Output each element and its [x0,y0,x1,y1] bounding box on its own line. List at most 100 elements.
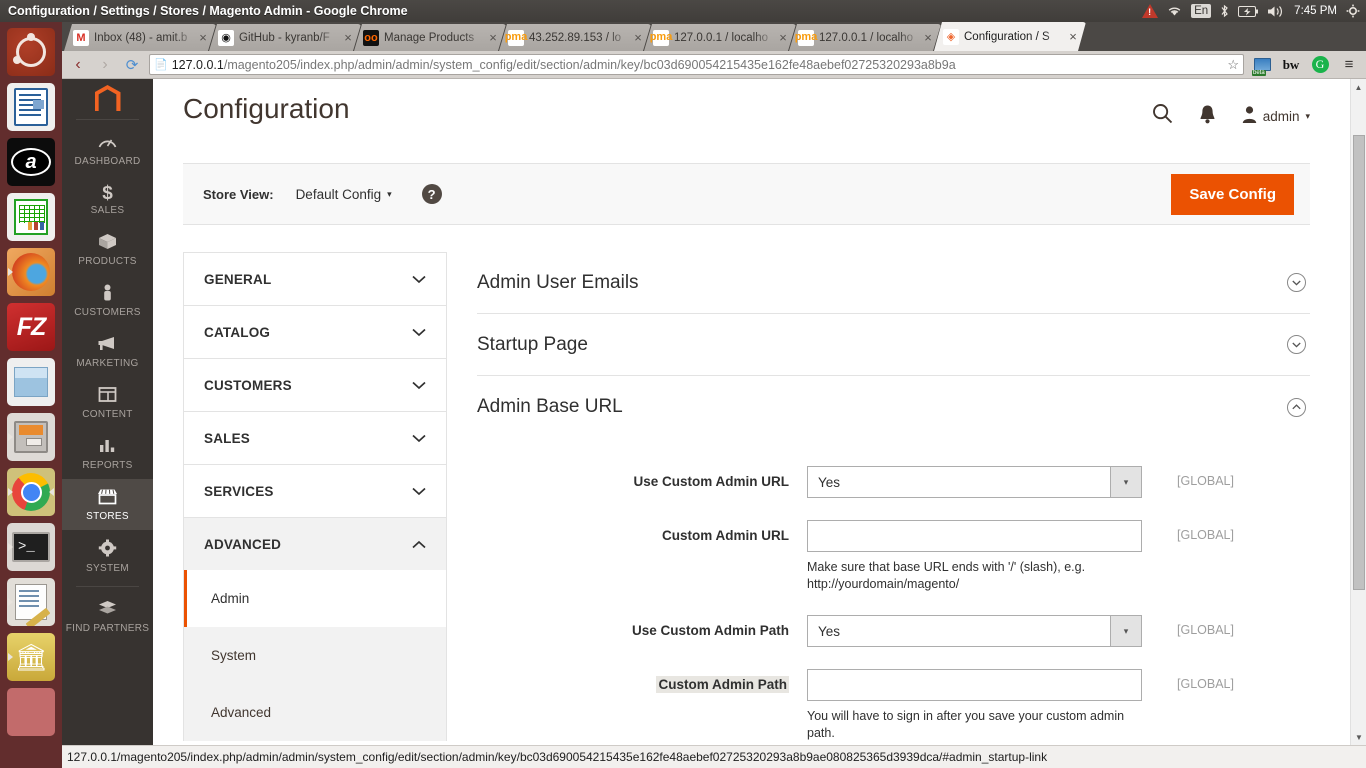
config-section-sales[interactable]: SALES [183,411,447,464]
help-icon[interactable]: ? [421,184,442,204]
sidebar-item-content[interactable]: CONTENT [62,377,153,428]
magento-products-icon: oo [364,31,378,44]
chevron-up-icon [1287,397,1306,417]
page-scrollbar[interactable]: ▲ ▼ [1350,79,1366,745]
custom-admin-url-input[interactable] [807,520,1142,552]
tab-close-icon[interactable]: × [486,31,500,44]
field-use-custom-admin-path: Use Custom Admin Path Yes ▾ [GLOBAL] [477,615,1310,647]
sidebar-item-dashboard[interactable]: DASHBOARD [62,124,153,175]
search-icon[interactable] [1152,103,1173,130]
sidebar-item-label: REPORTS [82,460,133,471]
launcher-item-ubuntu-dash[interactable] [7,28,55,76]
tab-close-icon[interactable]: × [921,31,935,44]
user-menu[interactable]: admin ▾ [1242,105,1310,128]
tab-close-icon[interactable]: × [1066,30,1080,43]
bookmark-star-icon[interactable]: ☆ [1227,57,1239,73]
store-view-select[interactable]: Default Config [296,187,382,202]
keyboard-layout-indicator[interactable]: En [1191,4,1212,18]
panel-clock[interactable]: 7:45 PM [1294,5,1337,17]
config-section-general[interactable]: GENERAL [183,252,447,305]
config-section-advanced[interactable]: ADVANCED [183,517,447,570]
back-button[interactable]: ‹ [68,55,88,75]
warning-triangle-icon[interactable] [1142,4,1159,18]
bluetooth-icon[interactable] [1220,4,1229,18]
field-scope: [GLOBAL] [1177,474,1234,488]
sidebar-item-customers[interactable]: CUSTOMERS [62,275,153,326]
tab-title: GitHub - kyranb/F [239,31,330,44]
sidebar-item-stores[interactable]: STORES [62,479,153,530]
config-section-services[interactable]: SERVICES [183,464,447,517]
launcher-item-filezilla[interactable]: FZ [7,303,55,351]
chevron-down-icon: ▾ [1110,616,1141,646]
chevron-down-icon: ▾ [1305,111,1310,121]
volume-icon[interactable] [1267,5,1285,18]
magento-logo[interactable] [62,81,153,115]
launcher-item-libreoffice-writer[interactable] [7,83,55,131]
config-section-catalog[interactable]: CATALOG [183,305,447,358]
launcher-item-terminal[interactable]: >_ [7,523,55,571]
chrome-menu-icon[interactable]: ≡ [1338,54,1360,76]
save-config-button[interactable]: Save Config [1171,173,1294,215]
session-gear-icon[interactable] [1346,4,1360,18]
grammarly-extension-icon[interactable]: G [1309,54,1331,76]
user-name: admin [1262,109,1300,124]
browser-tab-phpmyadmin-local-1[interactable]: pma 127.0.0.1 / localho × [644,24,796,51]
sidebar-item-marketing[interactable]: MARKETING [62,326,153,377]
config-section-label: GENERAL [204,271,272,287]
bitwarden-extension-icon[interactable]: bw [1280,54,1302,76]
tab-title: Manage Products [384,31,475,44]
sidebar-item-label: CONTENT [82,409,133,420]
use-custom-admin-path-select[interactable]: Yes ▾ [807,615,1142,647]
scroll-down-arrow-icon[interactable]: ▼ [1351,729,1366,745]
use-custom-admin-url-select[interactable]: Yes ▾ [807,466,1142,498]
url-host: 127.0.0.1 [171,57,224,72]
tab-close-icon[interactable]: × [196,31,210,44]
sidebar-item-products[interactable]: PRODUCTS [62,224,153,275]
launcher-item-workspaces[interactable] [7,688,55,736]
browser-tab-phpmyadmin-local-2[interactable]: pma 127.0.0.1 / localho × [789,24,941,51]
launcher-item-firefox[interactable] [7,248,55,296]
browser-tab-phpmyadmin-remote[interactable]: pma 43.252.89.153 / lo × [499,24,651,51]
scrollbar-thumb[interactable] [1353,135,1365,590]
fieldset-title: Admin User Emails [477,271,639,293]
browser-tab-configuration[interactable]: ◈ Configuration / S × [934,22,1086,51]
launcher-item-libreoffice-calc[interactable] [7,193,55,241]
launcher-item-files[interactable] [7,413,55,461]
config-section-customers[interactable]: CUSTOMERS [183,358,447,411]
battery-icon[interactable] [1238,5,1259,17]
screencast-beta-extension-icon[interactable]: beta [1251,54,1273,76]
sidebar-item-reports[interactable]: REPORTS [62,428,153,479]
sidebar-item-system[interactable]: SYSTEM [62,530,153,582]
launcher-item-genie[interactable]: 🏛 [7,633,55,681]
tab-close-icon[interactable]: × [341,31,355,44]
window-title: Configuration / Settings / Stores / Mage… [8,4,408,18]
scroll-up-arrow-icon[interactable]: ▲ [1351,79,1366,95]
fieldset-admin-user-emails[interactable]: Admin User Emails [477,252,1310,314]
fieldset-admin-base-url[interactable]: Admin Base URL [477,376,1310,438]
custom-admin-path-input[interactable] [807,669,1142,701]
address-bar[interactable]: 📄 127.0.0.1/magento205/index.php/admin/a… [149,54,1244,75]
launcher-item-text-editor[interactable] [7,578,55,626]
browser-tab-gmail[interactable]: M Inbox (48) - amit.b × [64,24,216,51]
forward-button[interactable]: › [95,55,115,75]
sidebar-item-sales[interactable]: $ SALES [62,175,153,224]
chevron-down-icon[interactable]: ▾ [387,189,392,200]
reload-button[interactable]: ⟳ [122,55,142,75]
sidebar-item-label: MARKETING [76,358,139,369]
tab-title: 43.252.89.153 / lo [529,31,622,44]
config-subitem-advanced[interactable]: Advanced [184,684,446,741]
sidebar-item-find-partners[interactable]: FIND PARTNERS [62,591,153,642]
launcher-item-virtualbox[interactable] [7,358,55,406]
config-subitem-system[interactable]: System [184,627,446,684]
fieldset-startup-page[interactable]: Startup Page [477,314,1310,376]
config-subitem-admin[interactable]: Admin [184,570,446,627]
tab-close-icon[interactable]: × [631,31,645,44]
browser-tab-manage-products[interactable]: oo Manage Products × [354,24,506,51]
wifi-icon[interactable] [1167,5,1182,17]
bell-icon[interactable] [1199,104,1216,130]
field-scope: [GLOBAL] [1177,528,1234,542]
tab-close-icon[interactable]: × [776,31,790,44]
launcher-item-google-chrome[interactable] [7,468,55,516]
launcher-item-amazon[interactable]: a [7,138,55,186]
browser-tab-github[interactable]: ◉ GitHub - kyranb/F × [209,24,361,51]
